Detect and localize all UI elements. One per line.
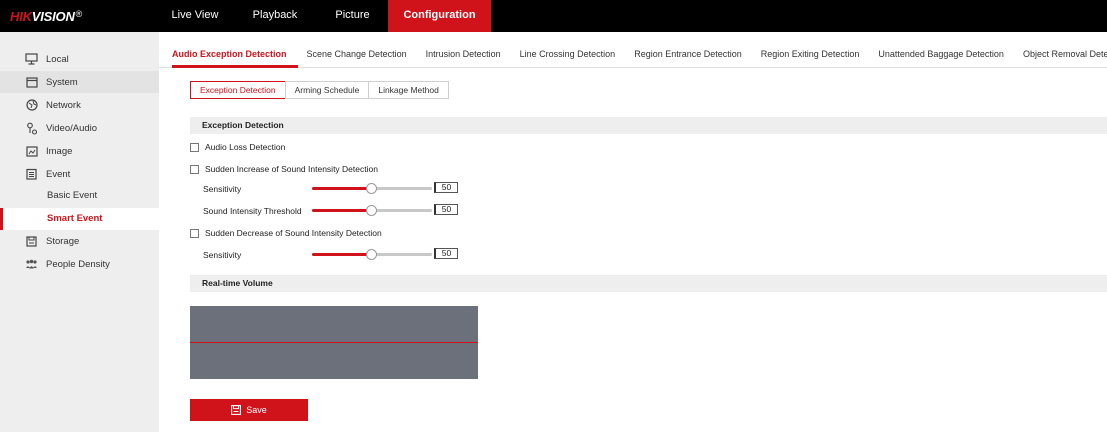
- sudden-decrease-row: Sudden Decrease of Sound Intensity Detec…: [190, 227, 382, 239]
- nav-picture[interactable]: Picture: [320, 0, 385, 32]
- video-audio-icon: [25, 122, 38, 135]
- image-icon: [25, 145, 38, 158]
- decrease-sensitivity-slider[interactable]: [312, 249, 432, 260]
- sidebar-item-system[interactable]: System: [0, 71, 159, 93]
- increase-sensitivity-slider[interactable]: [312, 183, 432, 194]
- threshold-value[interactable]: 50: [434, 204, 458, 215]
- detection-tabs: Audio Exception Detection Scene Change D…: [172, 44, 1107, 68]
- audio-loss-checkbox[interactable]: [190, 142, 199, 152]
- step-tabs: Exception Detection Arming Schedule Link…: [190, 81, 449, 99]
- tab-object-removal-detection[interactable]: Object Removal Detection: [1023, 44, 1107, 68]
- sidebar-item-people-density[interactable]: People Density: [0, 253, 159, 275]
- threshold-slider[interactable]: [312, 205, 432, 216]
- sidebar-label: Storage: [46, 235, 80, 247]
- sidebar-label: Network: [46, 99, 81, 111]
- tab-region-entrance-detection[interactable]: Region Entrance Detection: [634, 44, 742, 68]
- sidebar-item-video-audio[interactable]: Video/Audio: [0, 117, 159, 139]
- sidebar-label: People Density: [46, 258, 110, 270]
- save-button[interactable]: Save: [190, 399, 308, 421]
- sidebar-label: Image: [46, 145, 73, 157]
- slider-knob[interactable]: [366, 183, 377, 194]
- save-icon: [231, 405, 242, 415]
- tab-scene-change-detection[interactable]: Scene Change Detection: [307, 44, 407, 68]
- sudden-increase-label: Sudden Increase of Sound Intensity Detec…: [205, 164, 378, 174]
- sudden-decrease-label: Sudden Decrease of Sound Intensity Detec…: [205, 228, 382, 238]
- slider-fill: [312, 187, 372, 190]
- sudden-increase-row: Sudden Increase of Sound Intensity Detec…: [190, 163, 378, 175]
- threshold-label: Sound Intensity Threshold: [203, 206, 302, 216]
- sidebar-item-network[interactable]: Network: [0, 94, 159, 116]
- sidebar-label: Video/Audio: [46, 122, 98, 134]
- nav-configuration[interactable]: Configuration: [388, 0, 491, 32]
- top-bar: HIKVISION® Live View Playback Picture Co…: [0, 0, 1107, 32]
- calendar-icon: [25, 168, 38, 181]
- audio-loss-label: Audio Loss Detection: [205, 142, 286, 152]
- section-real-time-volume: Real-time Volume: [190, 275, 1107, 292]
- sudden-decrease-checkbox[interactable]: [190, 228, 199, 238]
- hikvision-logo: HIKVISION®: [10, 9, 83, 24]
- monitor-icon: [25, 53, 38, 66]
- slider-fill: [312, 253, 372, 256]
- active-tab-indicator: [172, 65, 298, 68]
- slider-fill: [312, 209, 372, 212]
- step-exception-detection[interactable]: Exception Detection: [190, 81, 286, 99]
- tabs-divider: [159, 67, 1107, 68]
- people-icon: [25, 258, 38, 271]
- nav-live-view[interactable]: Live View: [160, 0, 230, 32]
- volume-threshold-line: [190, 342, 478, 343]
- volume-meter: [190, 306, 478, 379]
- tab-line-crossing-detection[interactable]: Line Crossing Detection: [520, 44, 616, 68]
- slider-knob[interactable]: [366, 205, 377, 216]
- tab-unattended-baggage-detection[interactable]: Unattended Baggage Detection: [878, 44, 1004, 68]
- sudden-increase-checkbox[interactable]: [190, 164, 199, 174]
- sidebar-label: System: [46, 76, 78, 88]
- sidebar-item-event[interactable]: Event: [0, 163, 159, 185]
- sidebar-item-storage[interactable]: Storage: [0, 230, 159, 252]
- sensitivity-label: Sensitivity: [203, 184, 242, 194]
- slider-knob[interactable]: [366, 249, 377, 260]
- nav-playback[interactable]: Playback: [230, 0, 320, 32]
- globe-icon: [25, 99, 38, 112]
- sensitivity-label: Sensitivity: [203, 250, 242, 260]
- top-nav: Live View Playback Picture Configuration: [160, 0, 491, 32]
- sidebar-label: Local: [46, 53, 69, 65]
- sidebar-item-local[interactable]: Local: [0, 48, 159, 70]
- audio-loss-row: Audio Loss Detection: [190, 141, 285, 153]
- decrease-sensitivity-value[interactable]: 50: [434, 248, 458, 259]
- section-exception-detection: Exception Detection: [190, 117, 1107, 134]
- tab-intrusion-detection[interactable]: Intrusion Detection: [426, 44, 501, 68]
- sidebar-label: Event: [46, 168, 71, 180]
- sidebar-sub-basic-event[interactable]: Basic Event: [0, 185, 159, 207]
- increase-sensitivity-value[interactable]: 50: [434, 182, 458, 193]
- save-label: Save: [246, 405, 267, 415]
- step-arming-schedule[interactable]: Arming Schedule: [284, 81, 370, 99]
- step-linkage-method[interactable]: Linkage Method: [368, 81, 449, 99]
- sidebar-item-image[interactable]: Image: [0, 140, 159, 162]
- window-icon: [25, 76, 38, 89]
- storage-icon: [25, 235, 38, 248]
- sidebar-sub-smart-event[interactable]: Smart Event: [0, 208, 159, 230]
- tab-region-exiting-detection[interactable]: Region Exiting Detection: [761, 44, 860, 68]
